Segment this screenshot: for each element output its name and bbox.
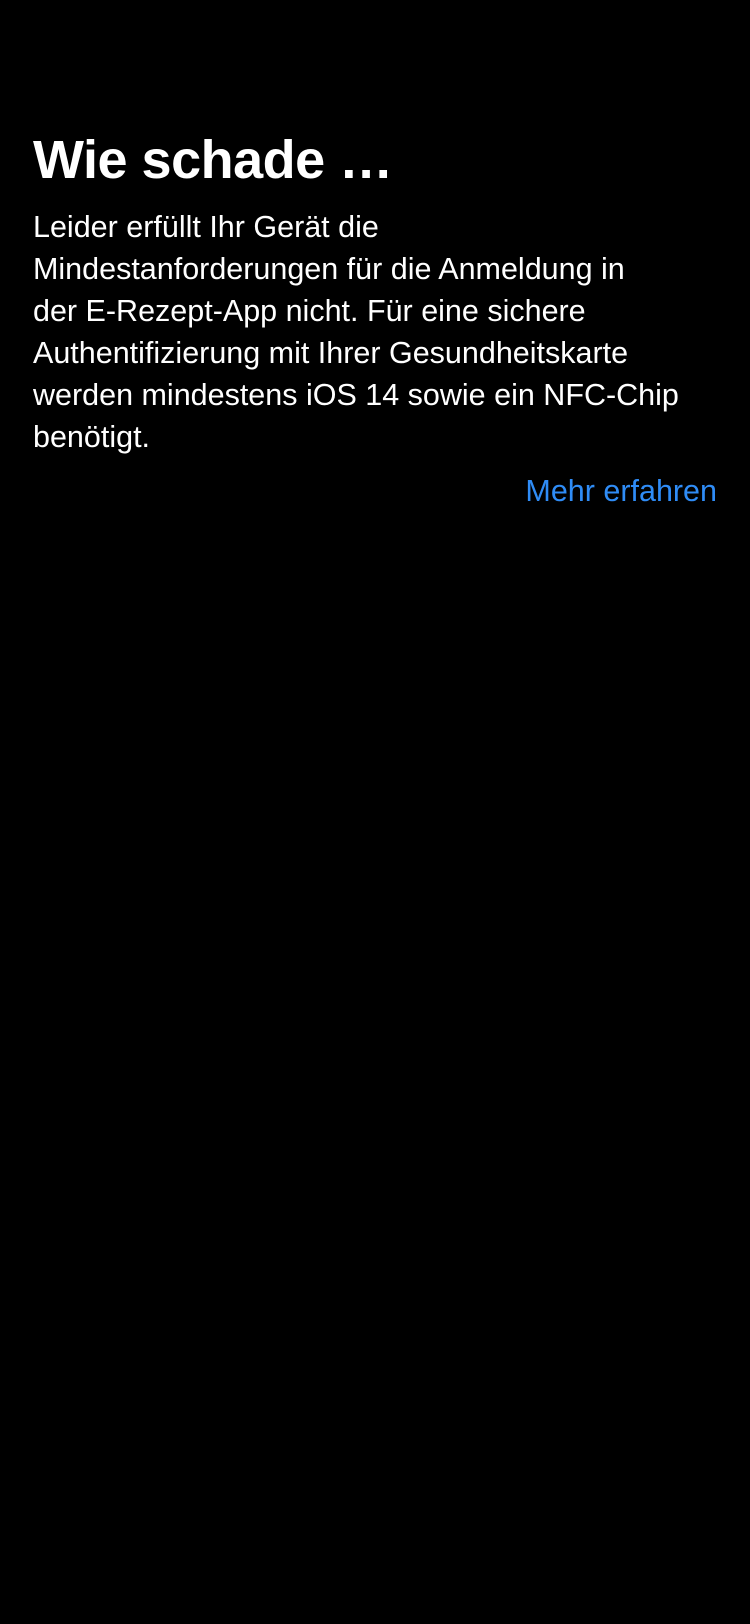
learn-more-link[interactable]: Mehr erfahren (525, 474, 717, 508)
requirements-message: Leider erfüllt Ihr Gerät die Mindestanfo… (33, 210, 679, 454)
learn-more-row: Mehr erfahren (33, 470, 719, 512)
page-title: Wie schade … (33, 130, 393, 190)
unsupported-device-screen: Wie schade … Leider erfüllt Ihr Gerät di… (33, 126, 719, 512)
